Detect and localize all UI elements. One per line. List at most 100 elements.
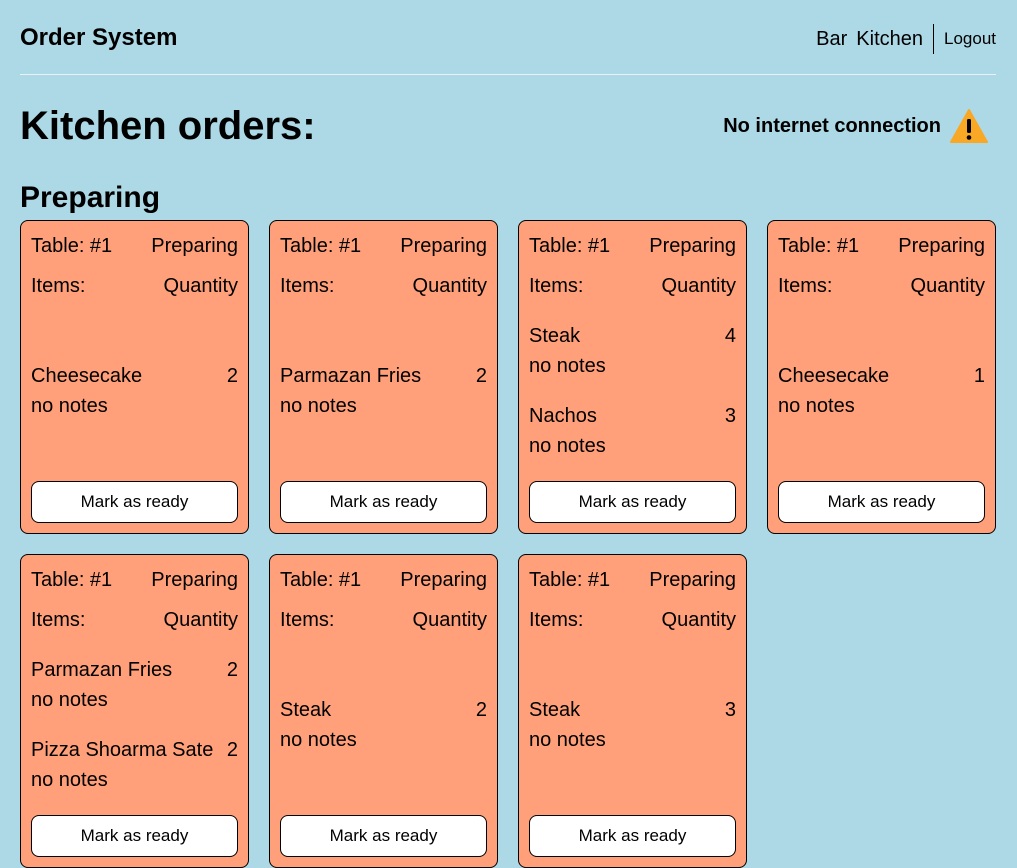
items-header: Items: Quantity	[31, 271, 238, 301]
order-status: Preparing	[151, 235, 238, 257]
order-items: Cheesecake 2 no notes	[31, 301, 238, 481]
mark-as-ready-button[interactable]: Mark as ready	[31, 815, 238, 857]
item-quantity: 3	[724, 405, 736, 427]
item-name: Nachos	[529, 405, 597, 427]
order-header: Table: #1 Preparing	[280, 565, 487, 605]
connection-status: No internet connection	[723, 108, 989, 144]
item-name: Steak	[529, 699, 581, 721]
items-label: Items:	[529, 609, 584, 631]
order-header: Table: #1 Preparing	[31, 565, 238, 605]
warning-icon	[950, 109, 988, 143]
order-items: Steak 3 no notes	[529, 635, 736, 815]
items-label: Items:	[280, 275, 335, 297]
page-title: Kitchen orders:	[20, 104, 316, 148]
table-number: Table: #1	[529, 569, 611, 591]
order-items: Steak 2 no notes	[280, 635, 487, 815]
list-item: Steak 3 no notes	[529, 695, 736, 755]
mark-as-ready-button[interactable]: Mark as ready	[31, 481, 238, 523]
item-notes: no notes	[529, 729, 606, 751]
logout-link[interactable]: Logout	[944, 24, 996, 54]
mark-as-ready-button[interactable]: Mark as ready	[529, 481, 736, 523]
order-card: Table: #1 Preparing Items: Quantity Stea…	[518, 220, 747, 534]
item-name: Cheesecake	[31, 365, 143, 387]
list-item: Cheesecake 1 no notes	[778, 361, 985, 421]
mark-as-ready-button[interactable]: Mark as ready	[280, 815, 487, 857]
list-item: Nachos 3 no notes	[529, 401, 736, 461]
item-notes: no notes	[529, 355, 606, 377]
list-item: Parmazan Fries 2 no notes	[31, 655, 238, 715]
order-items: Parmazan Fries 2 no notes Pizza Shoarma …	[31, 635, 238, 815]
item-notes: no notes	[31, 769, 108, 791]
list-item: Pizza Shoarma Sate 2 no notes	[31, 735, 238, 795]
item-quantity: 2	[475, 365, 487, 387]
order-header: Table: #1 Preparing	[529, 231, 736, 271]
items-header: Items: Quantity	[778, 271, 985, 301]
order-status: Preparing	[649, 569, 736, 591]
item-quantity: 3	[724, 699, 736, 721]
quantity-label: Quantity	[163, 275, 238, 297]
item-quantity: 2	[226, 659, 238, 681]
order-header: Table: #1 Preparing	[529, 565, 736, 605]
item-notes: no notes	[31, 689, 108, 711]
list-item: Steak 4 no notes	[529, 321, 736, 381]
order-card: Table: #1 Preparing Items: Quantity Stea…	[518, 554, 747, 868]
order-status: Preparing	[151, 569, 238, 591]
list-item: Cheesecake 2 no notes	[31, 361, 238, 421]
quantity-label: Quantity	[661, 275, 736, 297]
item-notes: no notes	[280, 729, 357, 751]
order-status: Preparing	[400, 569, 487, 591]
item-quantity: 4	[724, 325, 736, 347]
item-notes: no notes	[31, 395, 108, 417]
items-label: Items:	[31, 609, 86, 631]
order-status: Preparing	[649, 235, 736, 257]
order-items: Parmazan Fries 2 no notes	[280, 301, 487, 481]
quantity-label: Quantity	[910, 275, 985, 297]
orders-grid: Table: #1 Preparing Items: Quantity Chee…	[20, 220, 997, 868]
app-title: Order System	[20, 24, 178, 51]
order-header: Table: #1 Preparing	[778, 231, 985, 271]
items-header: Items: Quantity	[529, 605, 736, 635]
item-quantity: 2	[226, 739, 238, 761]
items-label: Items:	[31, 275, 86, 297]
item-quantity: 2	[226, 365, 238, 387]
order-card: Table: #1 Preparing Items: Quantity Stea…	[269, 554, 498, 868]
mark-as-ready-button[interactable]: Mark as ready	[529, 815, 736, 857]
nav-divider	[933, 24, 934, 54]
items-header: Items: Quantity	[31, 605, 238, 635]
order-items: Steak 4 no notes Nachos 3 no notes	[529, 301, 736, 481]
list-item: Steak 2 no notes	[280, 695, 487, 755]
order-card: Table: #1 Preparing Items: Quantity Parm…	[269, 220, 498, 534]
quantity-label: Quantity	[412, 609, 487, 631]
item-name: Parmazan Fries	[31, 659, 173, 681]
item-quantity: 2	[475, 699, 487, 721]
items-label: Items:	[529, 275, 584, 297]
order-header: Table: #1 Preparing	[280, 231, 487, 271]
table-number: Table: #1	[778, 235, 860, 257]
table-number: Table: #1	[31, 569, 113, 591]
order-status: Preparing	[898, 235, 985, 257]
quantity-label: Quantity	[661, 609, 736, 631]
items-header: Items: Quantity	[280, 605, 487, 635]
item-notes: no notes	[529, 435, 606, 457]
order-card: Table: #1 Preparing Items: Quantity Chee…	[767, 220, 996, 534]
item-quantity: 1	[973, 365, 985, 387]
table-number: Table: #1	[31, 235, 113, 257]
item-notes: no notes	[778, 395, 855, 417]
table-number: Table: #1	[280, 235, 362, 257]
order-items: Cheesecake 1 no notes	[778, 301, 985, 481]
top-nav: Bar Kitchen Logout	[816, 24, 996, 54]
nav-link-kitchen[interactable]: Kitchen	[856, 24, 923, 54]
table-number: Table: #1	[529, 235, 611, 257]
order-header: Table: #1 Preparing	[31, 231, 238, 271]
item-notes: no notes	[280, 395, 357, 417]
item-name: Pizza Shoarma Sate	[31, 739, 214, 761]
table-number: Table: #1	[280, 569, 362, 591]
mark-as-ready-button[interactable]: Mark as ready	[778, 481, 985, 523]
items-header: Items: Quantity	[280, 271, 487, 301]
mark-as-ready-button[interactable]: Mark as ready	[280, 481, 487, 523]
nav-link-bar[interactable]: Bar	[816, 24, 847, 54]
items-label: Items:	[778, 275, 833, 297]
item-name: Cheesecake	[778, 365, 890, 387]
item-name: Steak	[280, 699, 332, 721]
list-item: Parmazan Fries 2 no notes	[280, 361, 487, 421]
